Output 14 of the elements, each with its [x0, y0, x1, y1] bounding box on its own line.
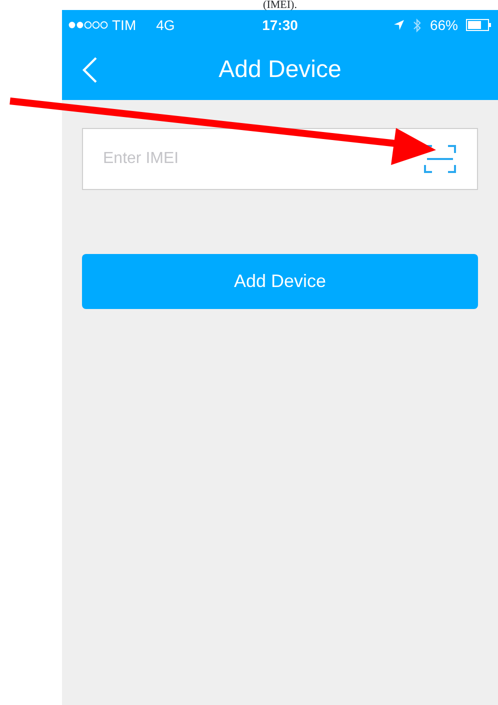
scan-icon[interactable]: [424, 145, 456, 173]
carrier-name: TIM: [112, 16, 136, 34]
battery-icon: [466, 19, 492, 31]
status-time: 17:30: [262, 16, 298, 32]
network-type: 4G: [156, 16, 175, 34]
location-icon: [392, 19, 405, 31]
bluetooth-icon: [412, 18, 422, 32]
add-device-button[interactable]: Add Device: [82, 254, 478, 309]
imei-input-field[interactable]: Enter IMEI: [82, 128, 478, 190]
battery-percent: 66%: [430, 16, 458, 34]
screen-title: Add Device: [218, 55, 342, 85]
back-icon[interactable]: [82, 56, 98, 84]
caption-text: (IMEI).: [263, 0, 297, 11]
signal-icon: [68, 21, 108, 29]
